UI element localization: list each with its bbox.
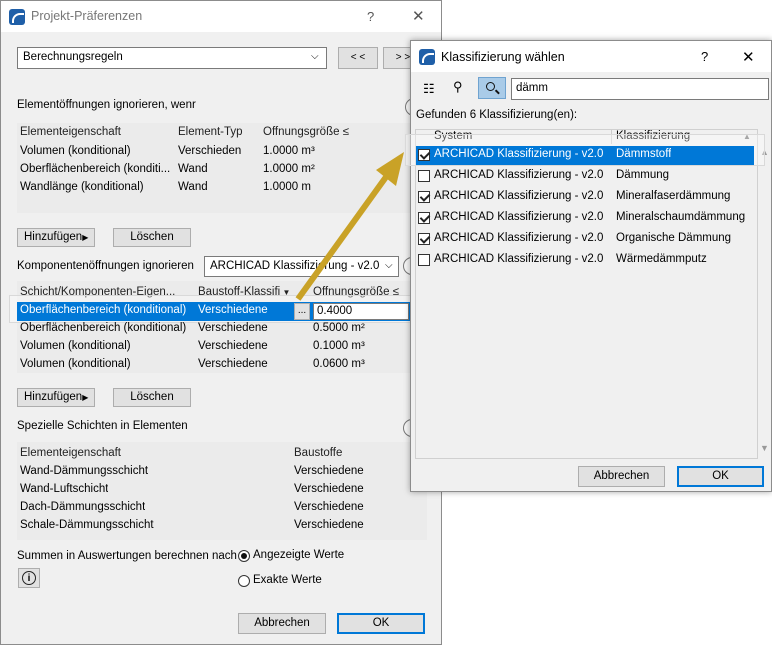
pointer-arrow [295, 152, 404, 301]
arrow-line [295, 175, 389, 301]
